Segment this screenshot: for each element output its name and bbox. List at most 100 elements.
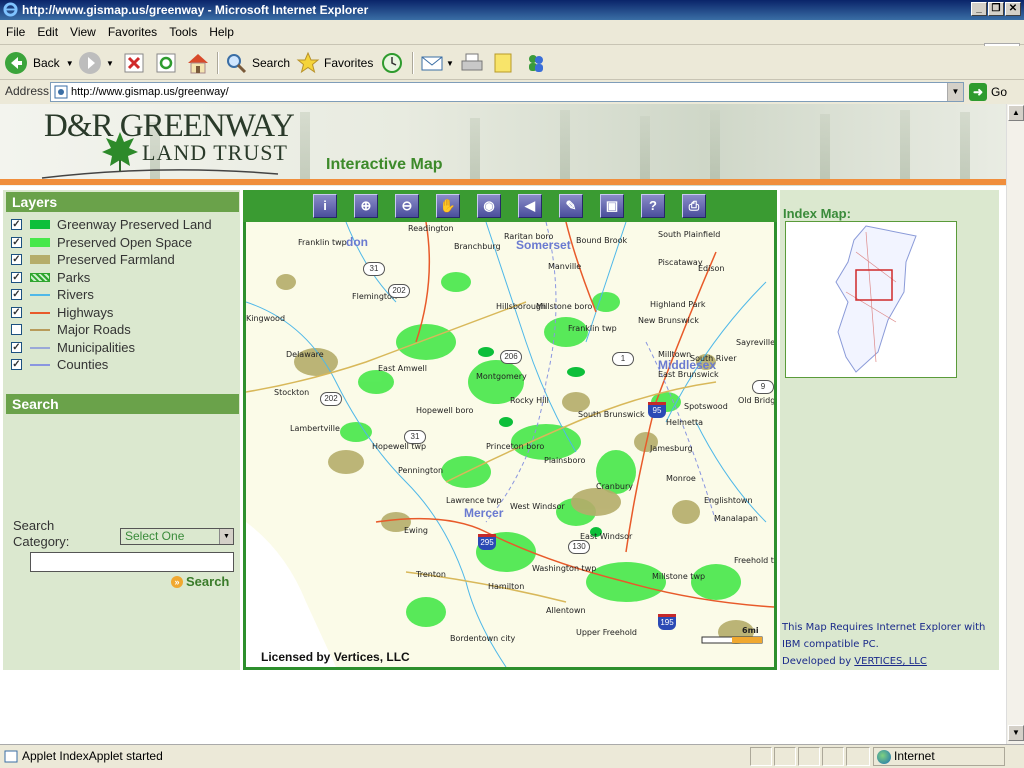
layer-item[interactable]: Major Roads: [11, 321, 236, 338]
license-text: Licensed by Vertices, LLC: [261, 650, 410, 664]
chevron-down-icon[interactable]: ▼: [446, 59, 454, 68]
vertices-link[interactable]: VERTICES, LLC: [854, 656, 927, 667]
requirements-note: This Map Requires Internet Explorer with…: [782, 619, 985, 670]
search-submit-button[interactable]: » Search: [171, 574, 229, 589]
back-tool-icon[interactable]: ◀: [518, 194, 542, 218]
address-dropdown[interactable]: ▼: [947, 83, 963, 101]
search-input[interactable]: [30, 552, 234, 572]
map-label: South Brunswick: [578, 410, 645, 419]
layer-item[interactable]: ✓ Rivers: [11, 286, 236, 303]
chevron-down-icon[interactable]: ▼: [66, 59, 74, 68]
help-tool-icon[interactable]: ?: [641, 194, 665, 218]
map-label: Kingwood: [246, 314, 286, 323]
layer-item[interactable]: ✓ Preserved Farmland: [11, 251, 236, 268]
layer-swatch: [30, 220, 50, 229]
index-map[interactable]: [785, 221, 957, 378]
stop-button[interactable]: [123, 50, 145, 76]
layer-item[interactable]: ✓ Greenway Preserved Land: [11, 216, 236, 233]
home-button[interactable]: [186, 50, 210, 76]
print-tool-icon[interactable]: ⎙: [682, 194, 706, 218]
history-button[interactable]: [380, 50, 404, 76]
zoom-in-tool-icon[interactable]: ⊕: [354, 194, 378, 218]
menu-tools[interactable]: Tools: [163, 21, 203, 43]
nj-index-graphic: [835, 225, 917, 373]
layer-swatch: [30, 364, 50, 366]
map-label: Spotswood: [684, 402, 728, 411]
layer-item[interactable]: ✓ Preserved Open Space: [11, 234, 236, 251]
scale-label: 6mi: [742, 626, 759, 635]
layer-item[interactable]: ✓ Counties: [11, 356, 236, 373]
menu-help[interactable]: Help: [203, 21, 240, 43]
menu-file[interactable]: File: [0, 21, 31, 43]
search-submit-label: Search: [186, 574, 230, 589]
map-frame: i ⊕ ⊖ ✋ ◉ ◀ ✎ ▣ ? ⎙ Readington Franklin …: [243, 190, 777, 670]
scroll-up-button[interactable]: ▲: [1008, 105, 1024, 121]
map-label: Upper Freehold: [576, 628, 638, 637]
layer-checkbox[interactable]: ✓: [11, 306, 22, 318]
pan-tool-icon[interactable]: ✋: [436, 194, 460, 218]
info-tool-icon[interactable]: i: [313, 194, 337, 218]
zoom-out-tool-icon[interactable]: ⊖: [395, 194, 419, 218]
address-input[interactable]: http://www.gismap.us/greenway/ ▼: [50, 82, 964, 102]
vertical-scrollbar[interactable]: ▲ ▼: [1006, 104, 1024, 744]
layer-checkbox[interactable]: ✓: [11, 236, 22, 248]
map-label: Readington: [408, 224, 454, 233]
logo-swoosh: [41, 169, 279, 179]
layer-checkbox[interactable]: ✓: [11, 271, 22, 283]
measure-tool-icon[interactable]: ✎: [559, 194, 583, 218]
map-label: Delaware: [286, 350, 324, 359]
route-shield: 206: [500, 350, 522, 364]
search-icon: [227, 54, 247, 74]
layer-checkbox[interactable]: ✓: [11, 289, 22, 300]
note-line: Developed by VERTICES, LLC: [782, 656, 927, 667]
layer-checkbox[interactable]: ✓: [11, 341, 22, 353]
chevron-down-icon[interactable]: ▼: [106, 59, 114, 68]
minimize-button[interactable]: _: [971, 2, 987, 16]
route-shield: 31: [404, 430, 426, 444]
layer-label: Major Roads: [57, 322, 131, 337]
layer-swatch: [30, 346, 50, 349]
refresh-button[interactable]: [155, 50, 177, 76]
search-category-select[interactable]: Select One ▼: [120, 528, 234, 545]
layer-checkbox[interactable]: [11, 324, 22, 335]
map-label: Franklin twp: [298, 238, 347, 247]
layer-item[interactable]: ✓ Highways: [11, 304, 236, 321]
header-divider: [0, 179, 1006, 185]
favorites-button[interactable]: Favorites: [296, 50, 373, 76]
route-shield: 9: [752, 380, 774, 394]
restore-button[interactable]: ❐: [988, 2, 1004, 16]
layer-checkbox[interactable]: ✓: [11, 359, 22, 370]
menu-view[interactable]: View: [64, 21, 102, 43]
menu-favorites[interactable]: Favorites: [102, 21, 163, 43]
index-map-label: Index Map:: [783, 206, 851, 221]
forward-button[interactable]: ▼: [78, 50, 114, 76]
map-canvas[interactable]: Readington Franklin twp don Branchburg R…: [246, 222, 774, 667]
map-label: South Plainfield: [658, 230, 721, 239]
layer-item[interactable]: ✓ Parks: [11, 269, 236, 286]
edit-button[interactable]: [492, 50, 514, 76]
layer-label: Counties: [57, 357, 109, 372]
map-label: Freehold tw: [734, 556, 774, 565]
layer-label: Highways: [57, 304, 114, 320]
mail-button[interactable]: ▼: [420, 50, 454, 76]
menu-edit[interactable]: Edit: [31, 21, 64, 43]
search-button[interactable]: Search: [224, 50, 290, 76]
menu-bar: File Edit View Favorites Tools Help: [0, 21, 1024, 65]
messenger-button[interactable]: [524, 50, 548, 76]
layer-label: Greenway Preserved Land: [57, 217, 212, 232]
extent-tool-icon[interactable]: ▣: [600, 194, 624, 218]
county-label: Somerset: [516, 238, 571, 252]
standard-toolbar: Back ▼ ▼ Search Favorites ▼: [0, 46, 1024, 80]
go-button[interactable]: ➜ Go: [969, 83, 1019, 101]
status-text: Applet IndexApplet started: [22, 749, 163, 763]
layer-item[interactable]: ✓ Municipalities: [11, 339, 236, 356]
layer-checkbox[interactable]: ✓: [11, 219, 22, 230]
close-button[interactable]: ✕: [1005, 2, 1021, 16]
chevron-down-icon[interactable]: ▼: [219, 529, 233, 544]
globe-tool-icon[interactable]: ◉: [477, 194, 501, 218]
layer-checkbox[interactable]: ✓: [11, 254, 22, 265]
print-button[interactable]: [460, 50, 484, 76]
back-button[interactable]: Back ▼: [4, 50, 74, 76]
map-label: Princeton boro: [486, 442, 545, 451]
scroll-down-button[interactable]: ▼: [1008, 725, 1024, 741]
